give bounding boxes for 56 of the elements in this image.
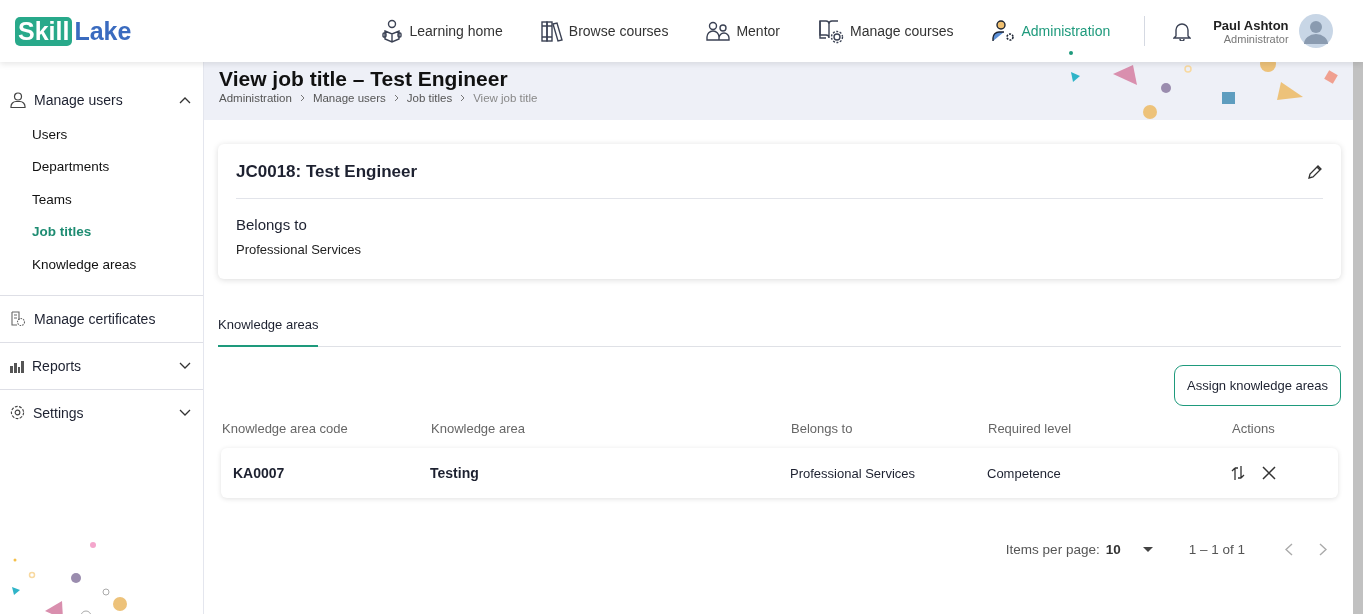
people-icon [706, 21, 731, 41]
logo[interactable]: Skill Lake [15, 16, 132, 46]
settings-icon [10, 405, 25, 420]
sidebar-item[interactable]: Knowledge areas [32, 248, 203, 281]
reader-icon [381, 19, 404, 43]
column-header: Required level [988, 420, 1073, 436]
section-value: Professional Services [236, 242, 362, 257]
items-per-page-label: Items per page: [1005, 542, 1100, 557]
chevron-right-icon [393, 94, 399, 102]
user-icon [10, 92, 26, 108]
sidebar-item[interactable]: Job titles [32, 215, 203, 248]
breadcrumb-link[interactable]: Manage users [312, 92, 386, 104]
table-cell-text: Testing [430, 465, 480, 481]
certificate-icon [10, 310, 26, 327]
dropdown-caret-icon [1142, 547, 1153, 552]
book-gear-icon [818, 18, 844, 44]
notification-bell-icon[interactable] [1173, 21, 1192, 41]
page-size-select[interactable]: 10 [1105, 542, 1153, 557]
page-range: 1 – 1 of 1 [1188, 542, 1245, 557]
sidebar-item[interactable]: Users [32, 118, 203, 151]
table-cell-text: Competence [987, 465, 1062, 481]
user-role: Administrator [1223, 32, 1289, 45]
section-label: Belongs to [236, 216, 308, 233]
avatar[interactable] [1298, 14, 1333, 48]
breadcrumb-link[interactable]: Administration [219, 92, 292, 104]
assign-knowledge-areas-button[interactable]: Assign knowledge areas [1174, 365, 1341, 406]
nav-link[interactable]: Browse courses [540, 11, 669, 51]
page-title: View job title – Test Engineer [219, 67, 509, 91]
nav-link[interactable]: Mentor [706, 11, 780, 51]
swap-arrows-icon[interactable] [1231, 465, 1245, 481]
nav-link[interactable]: Manage courses [818, 11, 954, 51]
column-header: Knowledge area code [222, 420, 349, 436]
card-heading: JC0018: Test Engineer [236, 162, 418, 182]
books-icon [540, 20, 563, 42]
scrollbar[interactable] [1353, 62, 1363, 614]
table-cell-text: KA0007 [233, 465, 286, 481]
chevron-right-icon [299, 94, 305, 102]
sidebar-section[interactable]: Reports [0, 342, 203, 389]
breadcrumb-link[interactable]: Job titles [406, 92, 453, 104]
table-cell-text: Professional Services [790, 465, 916, 481]
sidebar-section[interactable]: Manage users [0, 82, 203, 118]
sidebar-section[interactable]: Manage certificates [0, 295, 203, 342]
user-name: Paul Ashton [1213, 17, 1289, 33]
column-header: Knowledge area [431, 420, 526, 436]
tab[interactable]: Knowledge areas [218, 317, 319, 347]
chevron-right-icon [460, 94, 466, 102]
close-icon[interactable] [1262, 466, 1276, 480]
sidebar-section[interactable]: Settings [0, 389, 203, 436]
sidebar-item[interactable]: Departments [32, 150, 203, 183]
bar-chart-icon [10, 358, 24, 373]
edit-pencil-icon[interactable] [1307, 164, 1323, 180]
user-gear-icon [991, 20, 1016, 42]
column-header: Actions [1232, 420, 1275, 436]
nav-link[interactable]: Learning home [381, 11, 503, 51]
column-header: Belongs to [791, 420, 854, 436]
sidebar-item[interactable]: Teams [32, 183, 203, 216]
